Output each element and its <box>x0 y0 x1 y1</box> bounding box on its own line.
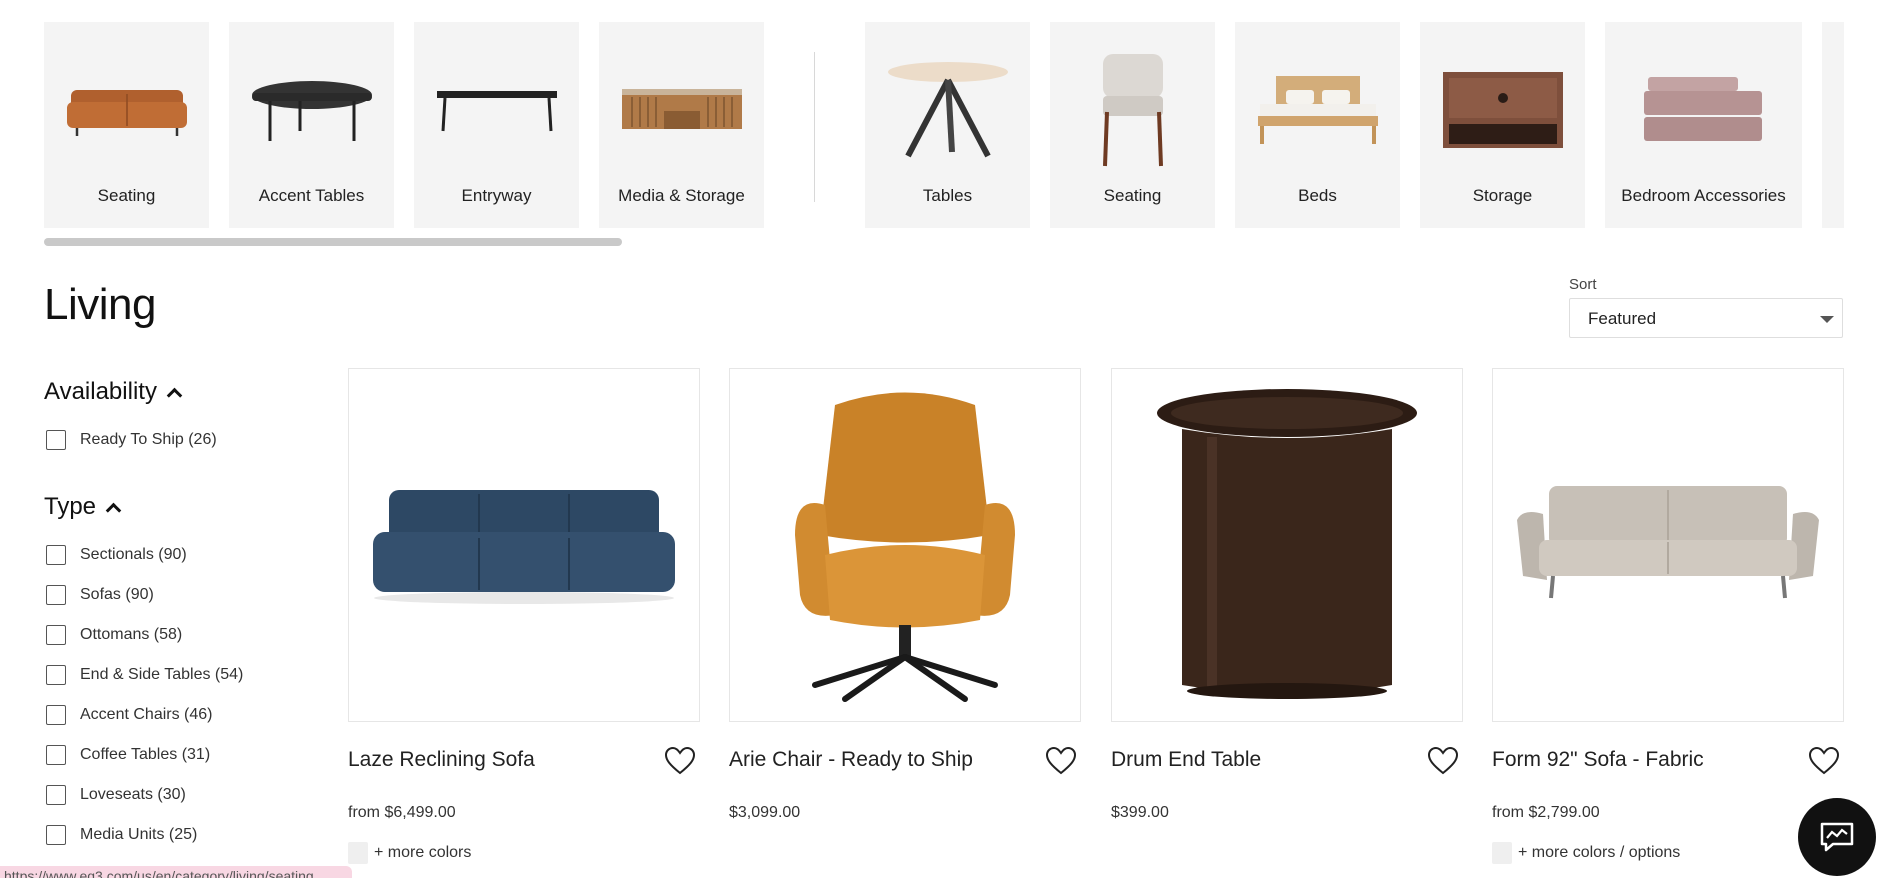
product-image[interactable] <box>348 368 700 722</box>
checkbox[interactable] <box>46 430 66 450</box>
heart-icon[interactable] <box>1045 746 1077 776</box>
category-label: Media & Storage <box>618 186 745 205</box>
filter-option-label: End & Side Tables (54) <box>80 666 244 683</box>
filter-option-label: Coffee Tables (31) <box>80 746 211 763</box>
filter-type-toggle[interactable]: Type <box>44 493 122 521</box>
category-tile-partial[interactable] <box>1822 22 1844 228</box>
filter-availability-title: Availability <box>44 378 157 405</box>
dining-chair-thumbnail-icon <box>1050 50 1215 170</box>
category-label: Entryway <box>461 186 532 205</box>
product-price: from $6,499.00 <box>348 804 456 821</box>
chat-icon <box>1820 822 1854 852</box>
chevron-up-icon <box>105 502 122 519</box>
filter-option-label: Loveseats (30) <box>80 786 186 803</box>
sofa-thumbnail-icon <box>44 50 209 170</box>
checkbox[interactable] <box>46 545 66 565</box>
filter-option-coffee-tables[interactable]: Coffee Tables (31) <box>46 744 210 766</box>
sort-select[interactable]: Featured <box>1569 298 1843 338</box>
category-tile-beds[interactable]: Beds <box>1235 22 1400 228</box>
product-more-options[interactable]: + more colors / options <box>1492 842 1680 864</box>
category-tile-storage[interactable]: Storage <box>1420 22 1585 228</box>
product-name[interactable]: Laze Reclining Sofa <box>348 748 535 772</box>
category-tile-tables[interactable]: Tables <box>865 22 1030 228</box>
product-price: $399.00 <box>1111 804 1169 821</box>
color-swatch[interactable] <box>348 842 368 864</box>
checkbox[interactable] <box>46 745 66 765</box>
filter-type-title: Type <box>44 493 97 520</box>
product-card[interactable]: Laze Reclining Sofa from $6,499.00 + mor… <box>348 368 700 864</box>
more-options-label: + more colors / options <box>1518 844 1681 861</box>
sort-label: Sort <box>1569 276 1597 293</box>
round-table-thumbnail-icon <box>865 50 1030 170</box>
product-card[interactable]: Form 92" Sofa - Fabric from $2,799.00 + … <box>1492 368 1844 864</box>
category-label: Seating <box>1103 186 1162 205</box>
filter-option-label: Sectionals (90) <box>80 546 187 563</box>
chevron-up-icon <box>166 387 183 404</box>
category-label: Storage <box>1472 186 1533 205</box>
category-label: Seating <box>97 186 156 205</box>
product-more-options[interactable]: + more colors <box>348 842 471 864</box>
color-swatch[interactable] <box>1492 842 1512 864</box>
filter-option-end-side-tables[interactable]: End & Side Tables (54) <box>46 664 243 686</box>
category-tile-media-storage[interactable]: Media & Storage <box>599 22 764 228</box>
heart-icon[interactable] <box>1808 746 1840 776</box>
product-name[interactable]: Drum End Table <box>1111 748 1261 772</box>
bed-thumbnail-icon <box>1235 50 1400 170</box>
filter-option-sofas[interactable]: Sofas (90) <box>46 584 154 606</box>
category-tile-accent-tables[interactable]: Accent Tables <box>229 22 394 228</box>
product-image[interactable] <box>729 368 1081 722</box>
category-carousel: Seating Accent Tables Entryway Media & S… <box>0 22 1887 228</box>
linens-thumbnail-icon <box>1605 50 1802 170</box>
product-price: $3,099.00 <box>729 804 801 821</box>
checkbox[interactable] <box>46 585 66 605</box>
carousel-scrollbar[interactable] <box>44 238 622 246</box>
accent-table-thumbnail-icon <box>229 50 394 170</box>
product-name[interactable]: Arie Chair - Ready to Ship <box>729 748 973 772</box>
category-label: Beds <box>1298 186 1337 205</box>
sort-selected-value: Featured <box>1588 309 1657 328</box>
checkbox[interactable] <box>46 665 66 685</box>
more-options-label: + more colors <box>374 844 472 861</box>
heart-icon[interactable] <box>1427 746 1459 776</box>
filter-availability-toggle[interactable]: Availability <box>44 378 183 406</box>
checkbox[interactable] <box>46 785 66 805</box>
status-bar-url: https://www.eq3.com/us/en/category/livin… <box>0 866 352 878</box>
caret-down-icon <box>1820 316 1834 323</box>
filter-option-loveseats[interactable]: Loveseats (30) <box>46 784 186 806</box>
filter-option-label: Media Units (25) <box>80 826 198 843</box>
media-console-thumbnail-icon <box>599 50 764 170</box>
category-label: Bedroom Accessories <box>1621 186 1786 205</box>
filter-option-ready-to-ship[interactable]: Ready To Ship (26) <box>46 429 217 451</box>
filter-option-label: Sofas (90) <box>80 586 154 603</box>
category-label: Tables <box>922 186 973 205</box>
bench-thumbnail-icon <box>414 50 579 170</box>
page-title: Living <box>44 280 156 329</box>
product-image[interactable] <box>1111 368 1463 722</box>
category-tile-seating[interactable]: Seating <box>44 22 209 228</box>
filter-option-label: Ready To Ship (26) <box>80 431 217 448</box>
product-name[interactable]: Form 92" Sofa - Fabric <box>1492 748 1704 772</box>
filter-option-label: Ottomans (58) <box>80 626 183 643</box>
category-tile-bedroom-accessories[interactable]: Bedroom Accessories <box>1605 22 1802 228</box>
product-price: from $2,799.00 <box>1492 804 1600 821</box>
checkbox[interactable] <box>46 625 66 645</box>
filter-option-ottomans[interactable]: Ottomans (58) <box>46 624 182 646</box>
category-group-divider <box>814 52 815 202</box>
filter-option-sectionals[interactable]: Sectionals (90) <box>46 544 187 566</box>
category-tile-dining-seating[interactable]: Seating <box>1050 22 1215 228</box>
product-card[interactable]: Drum End Table $399.00 <box>1111 368 1463 821</box>
nightstand-thumbnail-icon <box>1420 50 1585 170</box>
heart-icon[interactable] <box>664 746 696 776</box>
category-tile-entryway[interactable]: Entryway <box>414 22 579 228</box>
product-card[interactable]: Arie Chair - Ready to Ship $3,099.00 <box>729 368 1081 821</box>
category-label: Accent Tables <box>258 186 365 205</box>
filter-option-accent-chairs[interactable]: Accent Chairs (46) <box>46 704 213 726</box>
chat-button[interactable] <box>1798 798 1876 876</box>
checkbox[interactable] <box>46 825 66 845</box>
filter-option-label: Accent Chairs (46) <box>80 706 213 723</box>
checkbox[interactable] <box>46 705 66 725</box>
product-image[interactable] <box>1492 368 1844 722</box>
filter-option-media-units[interactable]: Media Units (25) <box>46 824 197 846</box>
